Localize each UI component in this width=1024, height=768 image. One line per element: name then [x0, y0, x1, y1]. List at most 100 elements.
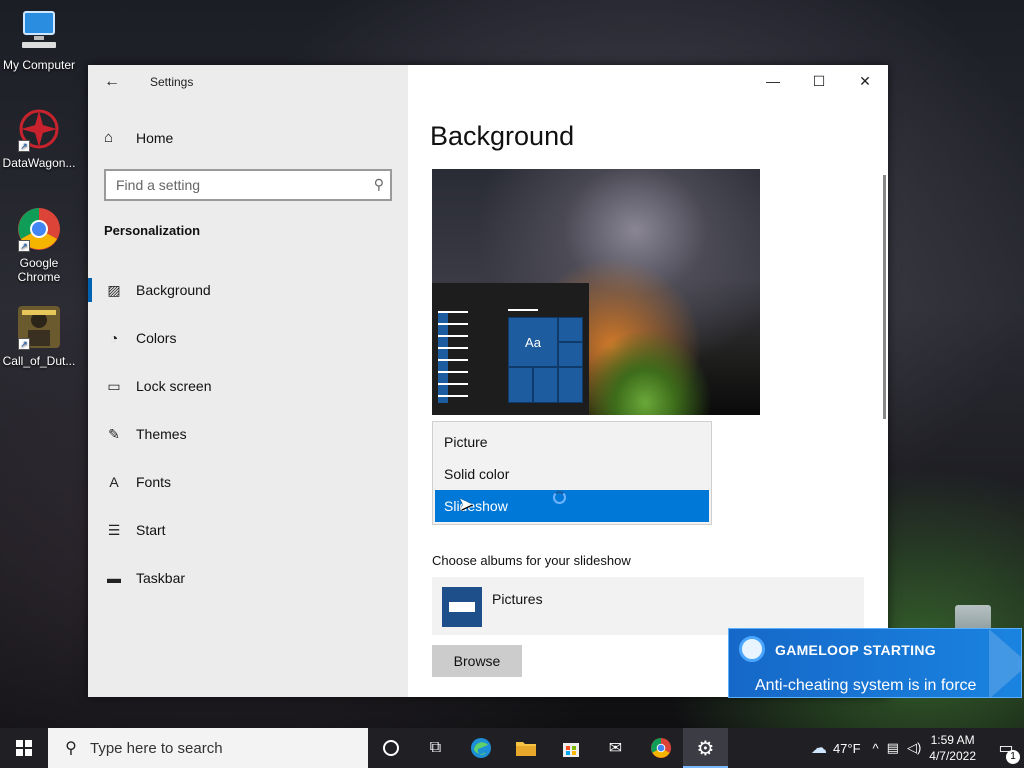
- datawagon-icon: ↗: [16, 106, 62, 152]
- mouse-cursor-icon: ➤: [458, 494, 474, 514]
- font-icon: A: [109, 474, 119, 490]
- find-setting-search[interactable]: ⚲: [104, 169, 392, 201]
- call-of-duty-icon: ↗: [16, 304, 62, 350]
- browse-button[interactable]: Browse: [432, 645, 522, 677]
- preview-tile-aa: Aa: [508, 317, 558, 367]
- minimize-button[interactable]: —: [750, 65, 796, 97]
- notification-badge: 1: [1006, 750, 1020, 764]
- sidebar-item-taskbar[interactable]: ▬ Taskbar: [88, 560, 408, 596]
- taskbar-search[interactable]: ⚲ Type here to search: [48, 728, 368, 768]
- sidebar-item-label: Lock screen: [136, 378, 212, 394]
- option-solid-color[interactable]: Solid color: [433, 458, 711, 490]
- cortana-button[interactable]: [368, 728, 413, 768]
- system-tray: ☁ 47°F ^ ▤ ◁) 1:59 AM 4/7/2022 ▭ 1: [811, 728, 1024, 768]
- gameloop-icon: [739, 636, 765, 662]
- option-slideshow[interactable]: Slideshow: [435, 490, 709, 522]
- title-bar[interactable]: ← Settings: [88, 65, 408, 99]
- brush-icon: ✎: [108, 425, 120, 442]
- toast-message: Anti-cheating system is in force: [755, 677, 977, 694]
- close-button[interactable]: ✕: [842, 65, 888, 97]
- sidebar-item-start[interactable]: ☰ Start: [88, 512, 408, 548]
- taskbar: ⚲ Type here to search ⧉ ✉ ⚙ ☁ 47°F ^ ▤ ◁…: [0, 728, 1024, 768]
- album-name: Pictures: [492, 591, 543, 607]
- clock[interactable]: 1:59 AM 4/7/2022: [929, 732, 976, 764]
- sidebar-item-label: Themes: [136, 426, 187, 442]
- sidebar-item-label: Taskbar: [136, 570, 186, 586]
- settings-window: ← Settings ⌂ Home ⚲ Personalization ▨ Ba…: [88, 65, 888, 697]
- weather-widget[interactable]: ☁ 47°F: [811, 738, 861, 758]
- preview-start-menu: Aa: [432, 283, 589, 415]
- clock-date: 4/7/2022: [929, 749, 976, 763]
- taskbar-icon: ▬: [107, 570, 121, 586]
- settings-taskbar-button[interactable]: ⚙: [683, 728, 728, 768]
- start-icon: ☰: [107, 521, 121, 538]
- chrome-button[interactable]: [638, 728, 683, 768]
- toast-title: GAMELOOP STARTING: [775, 642, 936, 658]
- chrome-icon: ↗: [16, 206, 62, 252]
- search-icon: ⚲: [65, 740, 77, 757]
- home-label: Home: [136, 129, 174, 146]
- notification-center-button[interactable]: ▭ 1: [988, 738, 1024, 764]
- mail-button[interactable]: ✉: [593, 728, 638, 768]
- volume-icon[interactable]: ◁): [907, 740, 921, 756]
- desktop-icon-google-chrome[interactable]: ↗ Google Chrome: [0, 206, 78, 284]
- page-title: Background: [430, 121, 575, 151]
- folder-icon: [442, 587, 482, 627]
- desktop-icon-my-computer[interactable]: My Computer: [0, 8, 78, 72]
- mail-icon: ✉: [608, 740, 623, 757]
- preview-menu-lines: [438, 311, 468, 407]
- store-icon: [562, 743, 579, 757]
- edge-icon: [470, 738, 491, 758]
- scrollbar[interactable]: [883, 175, 886, 419]
- sidebar-item-themes[interactable]: ✎ Themes: [88, 416, 408, 452]
- sidebar-item-fonts[interactable]: A Fonts: [88, 464, 408, 500]
- sidebar-item-label: Start: [136, 522, 166, 538]
- background-type-dropdown[interactable]: Picture Solid color Slideshow: [432, 421, 712, 525]
- gameloop-toast[interactable]: GAMELOOP STARTING Anti-cheating system i…: [728, 628, 1022, 698]
- back-arrow-icon[interactable]: ←: [104, 73, 122, 91]
- task-view-button[interactable]: ⧉: [413, 728, 458, 768]
- find-setting-input[interactable]: [106, 171, 356, 199]
- image-icon: ▨: [107, 281, 121, 298]
- edge-button[interactable]: [458, 728, 503, 768]
- albums-label: Choose albums for your slideshow: [432, 553, 631, 568]
- section-title: Personalization: [104, 223, 201, 238]
- desktop-icon-label: Google Chrome: [17, 256, 61, 284]
- start-button[interactable]: [0, 728, 48, 768]
- chrome-icon: [650, 737, 671, 759]
- chevron-up-icon[interactable]: ^: [873, 741, 879, 756]
- desktop-icon-call-of-duty[interactable]: ↗ Call_of_Dut...: [0, 304, 78, 368]
- shortcut-arrow-icon: ↗: [18, 240, 30, 252]
- toast-arrow-decoration: [989, 629, 1021, 697]
- network-icon[interactable]: ▤: [887, 740, 899, 756]
- window-controls: — ☐ ✕: [750, 65, 888, 97]
- shortcut-arrow-icon: ↗: [18, 338, 30, 350]
- cortana-icon: [382, 740, 399, 756]
- desktop-icon-label: DataWagon...: [2, 156, 76, 170]
- window-title: Settings: [150, 75, 194, 89]
- sidebar-item-colors[interactable]: ◔ Colors: [88, 320, 408, 356]
- palette-icon: ◔: [109, 330, 119, 346]
- lock-screen-icon: ▭: [107, 377, 121, 394]
- desktop-icon-label: My Computer: [2, 58, 76, 72]
- search-icon: ⚲: [373, 176, 384, 192]
- shortcut-arrow-icon: ↗: [18, 140, 30, 152]
- weather-temp: 47°F: [832, 740, 861, 756]
- file-explorer-button[interactable]: [503, 728, 548, 768]
- desktop-icon-label: Call_of_Dut...: [2, 354, 76, 368]
- sidebar-item-label: Background: [136, 282, 211, 298]
- home-link[interactable]: ⌂ Home: [104, 129, 173, 146]
- sidebar-item-label: Colors: [136, 330, 177, 346]
- option-picture[interactable]: Picture: [433, 426, 711, 458]
- windows-logo-icon: [16, 740, 32, 756]
- busy-spinner-icon: [553, 491, 566, 504]
- store-button[interactable]: [548, 728, 593, 768]
- folder-icon: [515, 742, 536, 756]
- album-pictures[interactable]: Pictures: [432, 577, 864, 635]
- background-preview: Aa: [432, 169, 760, 415]
- desktop-icon-datawagon[interactable]: ↗ DataWagon...: [0, 106, 78, 170]
- sidebar-item-lock-screen[interactable]: ▭ Lock screen: [88, 368, 408, 404]
- computer-icon: [16, 8, 62, 54]
- sidebar-item-background[interactable]: ▨ Background: [88, 272, 408, 308]
- maximize-button[interactable]: ☐: [796, 65, 842, 97]
